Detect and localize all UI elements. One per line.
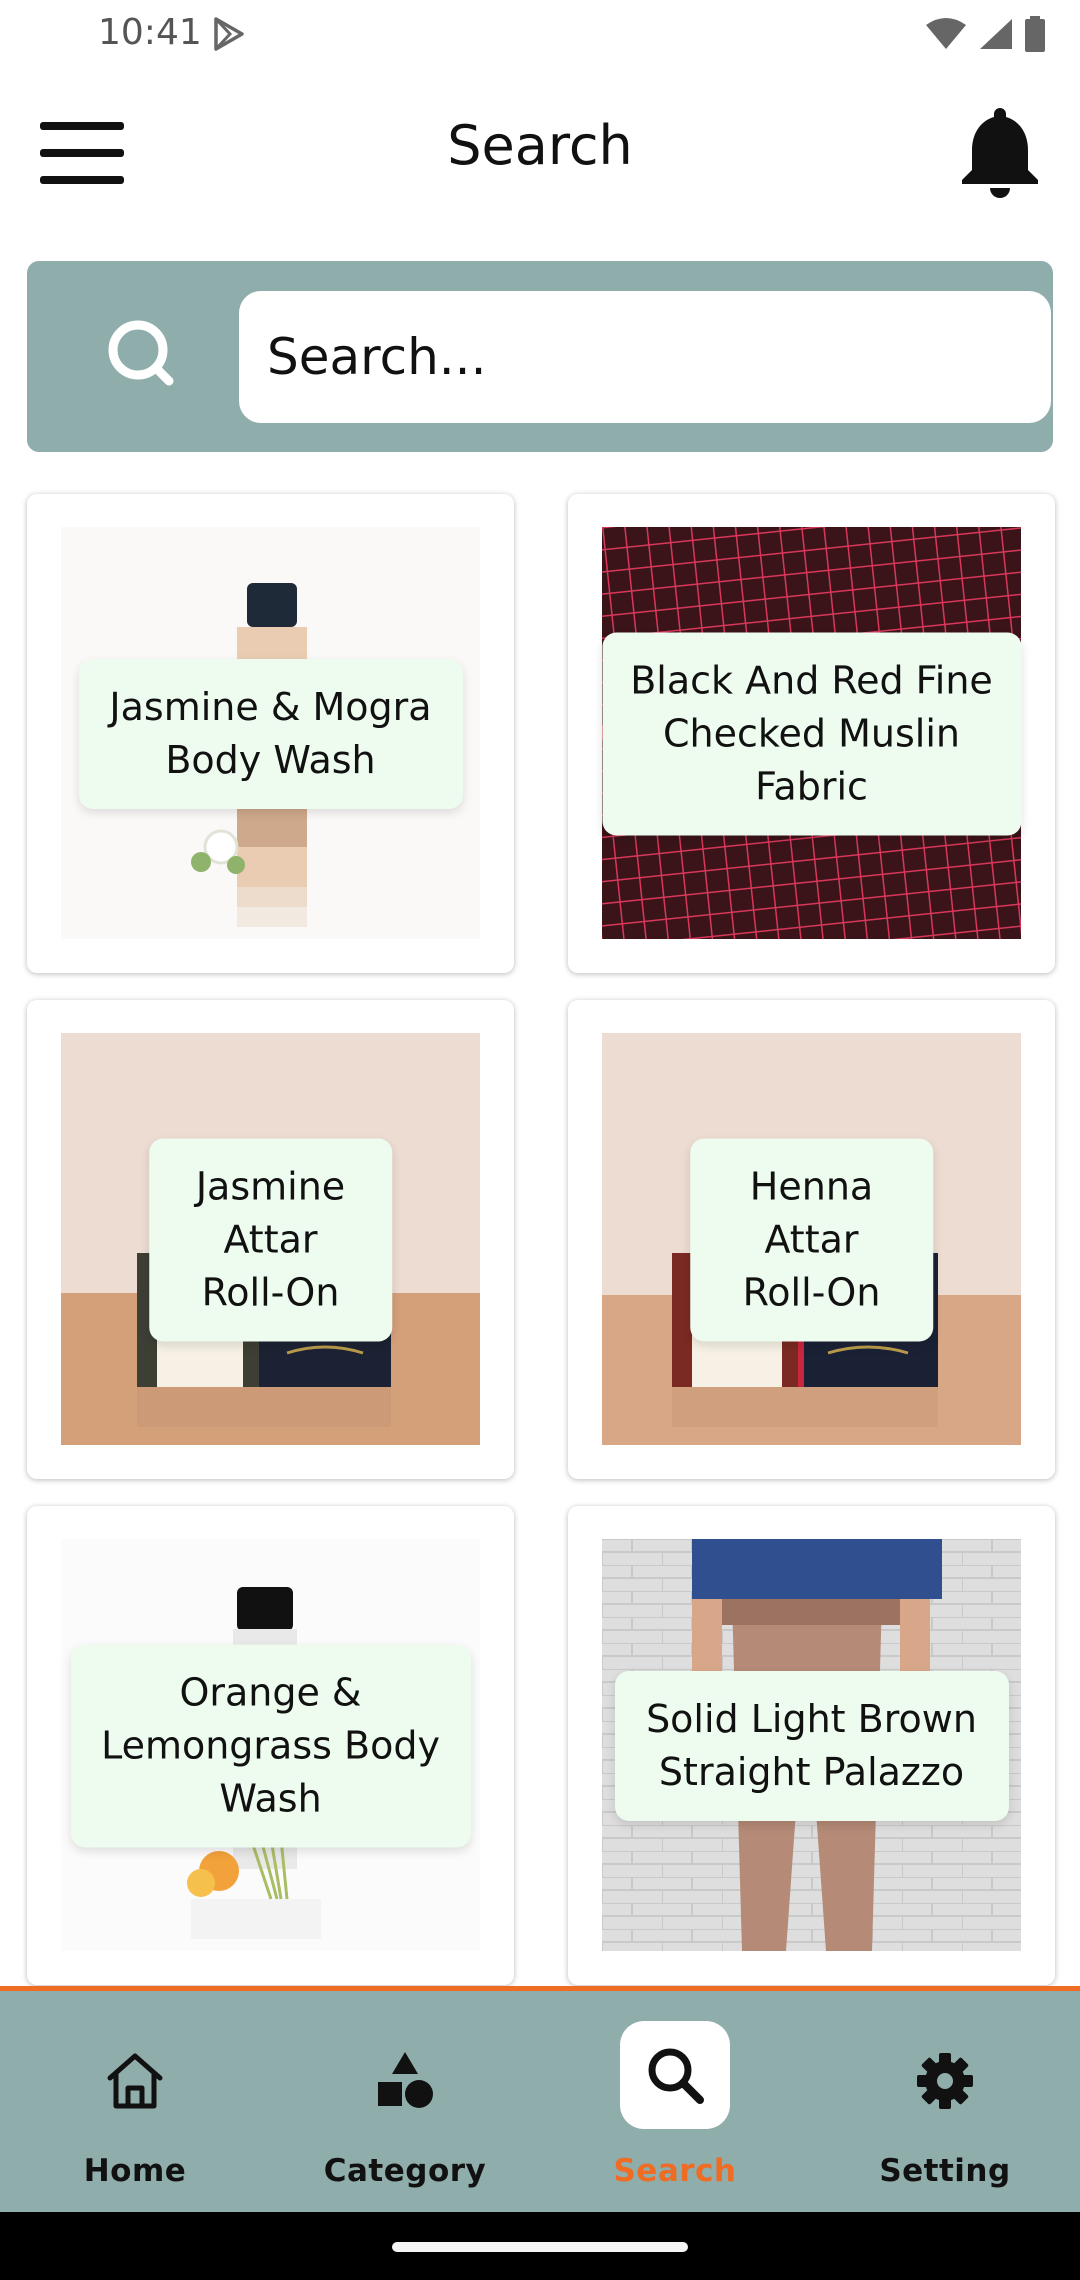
- nav-setting-label: Setting: [879, 2153, 1011, 2189]
- product-card[interactable]: Jasmine & Mogra Body Wash: [27, 494, 514, 973]
- nav-search[interactable]: Search: [540, 1991, 810, 2212]
- gear-icon: [890, 2027, 1000, 2135]
- product-name: Henna Attar Roll-On: [689, 1138, 934, 1341]
- wifi-icon: [926, 18, 966, 49]
- nav-category[interactable]: Category: [270, 1991, 540, 2212]
- product-name: Orange & Lemongrass Body Wash: [70, 1644, 471, 1847]
- system-gesture-bar: [0, 2212, 1080, 2280]
- search-nav-icon: [620, 2021, 730, 2129]
- home-icon: [80, 2027, 190, 2135]
- nav-home-label: Home: [83, 2153, 187, 2189]
- page-title: Search: [447, 114, 633, 177]
- search-bar: [27, 261, 1053, 452]
- product-card[interactable]: Henna Attar Roll-On: [568, 1000, 1055, 1479]
- search-input[interactable]: [239, 291, 1051, 423]
- product-card[interactable]: Solid Light Brown Straight Palazzo: [568, 1506, 1055, 1985]
- category-icon: [350, 2027, 460, 2135]
- nav-home[interactable]: Home: [0, 1991, 270, 2212]
- product-card[interactable]: Jasmine Attar Roll-On: [27, 1000, 514, 1479]
- battery-icon: [1025, 16, 1045, 52]
- product-card[interactable]: Orange & Lemongrass Body Wash: [27, 1506, 514, 1985]
- nav-search-label: Search: [613, 2153, 737, 2189]
- home-gesture-handle[interactable]: [392, 2242, 688, 2252]
- search-icon[interactable]: [105, 317, 175, 387]
- status-time: 10:41: [98, 12, 202, 53]
- product-name: Jasmine Attar Roll-On: [148, 1138, 393, 1341]
- status-bar: 10:41: [0, 0, 1080, 66]
- nav-category-label: Category: [323, 2153, 487, 2189]
- product-name: Solid Light Brown Straight Palazzo: [614, 1670, 1009, 1821]
- bottom-navigation: Home Category Search Setting: [0, 1986, 1080, 2212]
- product-card[interactable]: Black And Red Fine Checked Muslin Fabric: [568, 494, 1055, 973]
- play-store-icon: [214, 17, 244, 51]
- notification-bell-icon[interactable]: [958, 102, 1042, 198]
- nav-setting[interactable]: Setting: [810, 1991, 1080, 2212]
- product-name: Jasmine & Mogra Body Wash: [78, 658, 463, 809]
- status-icons: [924, 16, 1046, 52]
- product-name: Black And Red Fine Checked Muslin Fabric: [602, 632, 1021, 835]
- cell-signal-icon: [980, 19, 1012, 49]
- app-bar: Search: [0, 100, 1080, 200]
